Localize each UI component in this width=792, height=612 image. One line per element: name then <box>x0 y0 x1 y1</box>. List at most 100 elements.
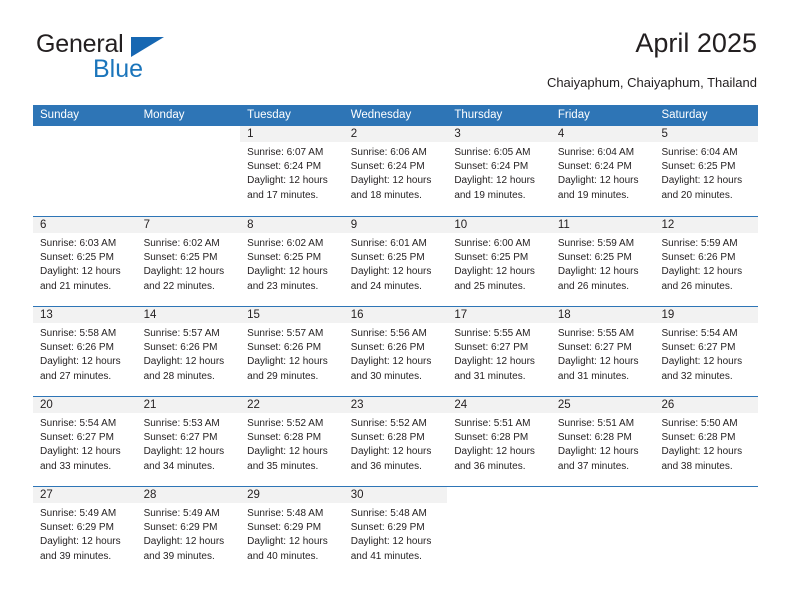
day-number: 6 <box>33 217 137 233</box>
general-blue-logo: General Blue <box>33 28 253 88</box>
calendar-day-cell[interactable]: 3 Sunrise: 6:05 AM Sunset: 6:24 PM Daylight… <box>447 126 551 216</box>
sunset-text: Sunset: 6:25 PM <box>247 252 322 264</box>
calendar-day-cell[interactable]: 9 Sunrise: 6:01 AM Sunset: 6:25 PM Daylight… <box>343 217 448 306</box>
day-details: Sunrise: 5:51 AM Sunset: 6:28 PM Daylight:… <box>551 413 655 474</box>
calendar-day-cell[interactable]: 19 Sunrise: 5:54 AM Sunset: 6:27 PM Dayligh… <box>654 307 759 396</box>
daylight-text-line1: Daylight: 12 hours <box>557 175 639 187</box>
calendar-weeks: 1 Sunrise: 6:07 AM Sunset: 6:24 PM Daylight… <box>33 126 759 576</box>
sunset-text: Sunset: 6:26 PM <box>247 342 322 354</box>
calendar-day-cell[interactable]: 14 Sunrise: 5:57 AM Sunset: 6:26 PM Dayligh… <box>136 307 241 396</box>
calendar-day-cell[interactable]: 30 Sunrise: 5:48 AM Sunset: 6:29 PM Dayligh… <box>343 487 448 576</box>
daylight-text-line2: and 31 minutes. <box>557 370 630 382</box>
calendar-day-cell[interactable]: 17 Sunrise: 5:55 AM Sunset: 6:27 PM Dayligh… <box>447 307 551 396</box>
sunset-text: Sunset: 6:27 PM <box>40 432 114 444</box>
day-details: Sunrise: 6:01 AM Sunset: 6:25 PM Daylight:… <box>344 233 448 294</box>
daylight-text-line2: and 26 minutes. <box>557 280 630 292</box>
daylight-text-line2: and 30 minutes. <box>350 370 422 382</box>
calendar-day-cell[interactable]: 7 Sunrise: 6:02 AM Sunset: 6:25 PM Daylight… <box>136 217 241 306</box>
sunrise-text: Sunrise: 5:54 AM <box>661 328 738 339</box>
calendar-week-row: 13 Sunrise: 5:58 AM Sunset: 6:26 PM Dayligh… <box>33 306 759 396</box>
day-details: Sunrise: 5:52 AM Sunset: 6:28 PM Daylight:… <box>344 413 448 474</box>
day-details: Sunrise: 5:54 AM Sunset: 6:27 PM Daylight:… <box>654 323 758 384</box>
daylight-text-line2: and 28 minutes. <box>143 370 215 382</box>
calendar-day-cell[interactable]: 27 Sunrise: 5:49 AM Sunset: 6:29 PM Dayligh… <box>33 487 137 576</box>
day-details: Sunrise: 6:02 AM Sunset: 6:25 PM Daylight:… <box>240 233 344 294</box>
calendar-day-cell[interactable]: 8 Sunrise: 6:02 AM Sunset: 6:25 PM Daylight… <box>240 217 344 306</box>
day-number: 11 <box>550 217 655 233</box>
day-details: Sunrise: 6:07 AM Sunset: 6:24 PM Daylight:… <box>240 142 344 203</box>
calendar-week-row: 27 Sunrise: 5:49 AM Sunset: 6:29 PM Dayligh… <box>33 486 758 576</box>
sunset-text: Sunset: 6:29 PM <box>40 522 114 534</box>
daylight-text-line1: Daylight: 12 hours <box>557 446 639 458</box>
day-details: Sunrise: 6:04 AM Sunset: 6:24 PM Daylight:… <box>551 142 655 203</box>
day-number: 19 <box>654 307 759 323</box>
sunset-text: Sunset: 6:25 PM <box>454 252 529 264</box>
daylight-text-line2: and 37 minutes. <box>557 460 630 472</box>
calendar-day-cell[interactable]: 13 Sunrise: 5:58 AM Sunset: 6:26 PM Dayligh… <box>33 307 137 396</box>
calendar-day-cell[interactable]: 29 Sunrise: 5:48 AM Sunset: 6:29 PM Dayligh… <box>240 487 344 576</box>
calendar-day-cell[interactable]: 2 Sunrise: 6:06 AM Sunset: 6:24 PM Daylight… <box>343 126 448 216</box>
sunrise-text: Sunrise: 5:59 AM <box>661 238 738 249</box>
day-number: 22 <box>240 397 344 413</box>
day-number: 15 <box>240 307 344 323</box>
calendar-day-cell[interactable]: 6 Sunrise: 6:03 AM Sunset: 6:25 PM Daylight… <box>33 217 137 306</box>
sunset-text: Sunset: 6:29 PM <box>143 522 218 534</box>
calendar-day-cell[interactable]: 5 Sunrise: 6:04 AM Sunset: 6:25 PM Daylight… <box>654 126 759 216</box>
sunrise-text: Sunrise: 6:05 AM <box>454 147 531 158</box>
daylight-text-line1: Daylight: 12 hours <box>143 266 225 278</box>
calendar-day-cell[interactable]: 4 Sunrise: 6:04 AM Sunset: 6:24 PM Daylight… <box>550 126 655 216</box>
day-details: Sunrise: 5:55 AM Sunset: 6:27 PM Daylight:… <box>551 323 655 384</box>
sunset-text: Sunset: 6:28 PM <box>454 432 529 444</box>
daylight-text-line1: Daylight: 12 hours <box>661 266 743 278</box>
sunrise-text: Sunrise: 5:57 AM <box>247 328 324 339</box>
sunset-text: Sunset: 6:24 PM <box>350 161 425 173</box>
daylight-text-line1: Daylight: 12 hours <box>557 266 639 278</box>
day-details: Sunrise: 6:04 AM Sunset: 6:25 PM Daylight:… <box>654 142 758 203</box>
calendar-day-cell[interactable]: 1 Sunrise: 6:07 AM Sunset: 6:24 PM Daylight… <box>240 126 344 216</box>
daylight-text-line2: and 36 minutes. <box>350 460 422 472</box>
day-number: 10 <box>447 217 551 233</box>
sunset-text: Sunset: 6:27 PM <box>454 342 529 354</box>
calendar-day-cell[interactable]: 15 Sunrise: 5:57 AM Sunset: 6:26 PM Dayligh… <box>240 307 344 396</box>
sunrise-text: Sunrise: 5:52 AM <box>247 418 324 429</box>
sunrise-text: Sunrise: 5:49 AM <box>143 508 220 519</box>
day-details: Sunrise: 5:56 AM Sunset: 6:26 PM Daylight:… <box>344 323 448 384</box>
calendar-day-cell[interactable]: 18 Sunrise: 5:55 AM Sunset: 6:27 PM Dayligh… <box>550 307 655 396</box>
calendar-day-cell[interactable]: 28 Sunrise: 5:49 AM Sunset: 6:29 PM Dayligh… <box>136 487 241 576</box>
daylight-text-line2: and 26 minutes. <box>661 280 733 292</box>
page-title: April 2025 <box>635 28 757 58</box>
day-number: 20 <box>33 397 137 413</box>
sunset-text: Sunset: 6:27 PM <box>557 342 632 354</box>
day-number: 7 <box>136 217 241 233</box>
daylight-text-line2: and 41 minutes. <box>350 550 422 562</box>
day-details: Sunrise: 5:51 AM Sunset: 6:28 PM Daylight:… <box>447 413 551 474</box>
calendar-day-cell[interactable]: 26 Sunrise: 5:50 AM Sunset: 6:28 PM Dayligh… <box>654 397 759 486</box>
weekday-header-monday: Monday <box>143 109 185 121</box>
day-number: 1 <box>240 126 344 142</box>
weekday-header-sunday: Sunday <box>40 109 80 121</box>
calendar-day-cell[interactable]: 10 Sunrise: 6:00 AM Sunset: 6:25 PM Dayligh… <box>447 217 551 306</box>
weekday-header-thursday: Thursday <box>454 109 503 121</box>
daylight-text-line1: Daylight: 12 hours <box>661 446 743 458</box>
calendar-day-cell-empty <box>551 487 655 576</box>
daylight-text-line1: Daylight: 12 hours <box>143 356 225 368</box>
calendar-day-cell[interactable]: 24 Sunrise: 5:51 AM Sunset: 6:28 PM Dayligh… <box>447 397 551 486</box>
calendar-day-cell[interactable]: 16 Sunrise: 5:56 AM Sunset: 6:26 PM Dayligh… <box>343 307 448 396</box>
calendar-day-cell[interactable]: 11 Sunrise: 5:59 AM Sunset: 6:25 PM Dayligh… <box>550 217 655 306</box>
calendar-day-cell[interactable]: 21 Sunrise: 5:53 AM Sunset: 6:27 PM Dayligh… <box>136 397 241 486</box>
calendar-week-row: 1 Sunrise: 6:07 AM Sunset: 6:24 PM Daylight… <box>33 126 759 216</box>
calendar-day-cell[interactable]: 12 Sunrise: 5:59 AM Sunset: 6:26 PM Dayligh… <box>654 217 759 306</box>
daylight-text-line1: Daylight: 12 hours <box>247 266 328 278</box>
calendar-week-row: 6 Sunrise: 6:03 AM Sunset: 6:25 PM Daylight… <box>33 216 759 306</box>
daylight-text-line1: Daylight: 12 hours <box>350 266 432 278</box>
calendar-grid: Sunday Monday Tuesday Wednesday Thursday… <box>33 105 759 576</box>
calendar-day-cell[interactable]: 25 Sunrise: 5:51 AM Sunset: 6:28 PM Dayligh… <box>550 397 655 486</box>
calendar-day-cell[interactable]: 23 Sunrise: 5:52 AM Sunset: 6:28 PM Dayligh… <box>343 397 448 486</box>
calendar-day-cell[interactable]: 20 Sunrise: 5:54 AM Sunset: 6:27 PM Dayligh… <box>33 397 137 486</box>
sunrise-text: Sunrise: 5:51 AM <box>454 418 531 429</box>
daylight-text-line2: and 22 minutes. <box>143 280 215 292</box>
calendar-day-cell[interactable]: 22 Sunrise: 5:52 AM Sunset: 6:28 PM Dayligh… <box>240 397 344 486</box>
daylight-text-line2: and 23 minutes. <box>247 280 319 292</box>
logo-triangle-icon <box>131 37 164 57</box>
day-details: Sunrise: 5:54 AM Sunset: 6:27 PM Daylight:… <box>33 413 137 474</box>
